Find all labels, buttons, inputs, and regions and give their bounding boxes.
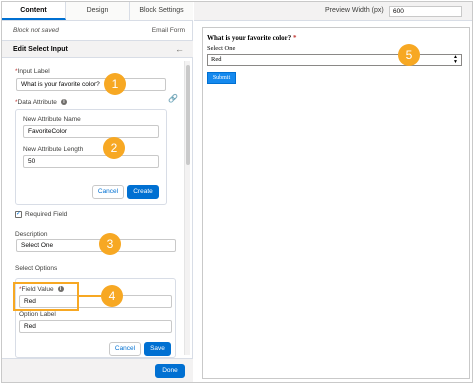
panel-scrollbar[interactable]	[184, 61, 190, 355]
preview-panel: Preview Width (px) 600 What is your favo…	[194, 2, 472, 382]
tab-design[interactable]: Design	[66, 2, 130, 20]
preview-select-value: Red	[211, 56, 222, 63]
done-button[interactable]: Done	[155, 364, 185, 378]
info-icon[interactable]: i	[60, 99, 67, 106]
link-icon[interactable]: 🔗	[168, 94, 178, 103]
attribute-cancel-button[interactable]: Cancel	[92, 185, 124, 199]
tab-block-settings[interactable]: Block Settings	[130, 2, 193, 20]
option-label-label: Option Label	[19, 311, 56, 318]
app-frame: Content Design Block Settings Block not …	[1, 1, 473, 383]
option-cancel-button[interactable]: Cancel	[109, 342, 141, 356]
option-save-button[interactable]: Save	[144, 342, 171, 356]
scrollbar-thumb[interactable]	[186, 65, 190, 165]
field-value-highlight	[13, 282, 79, 311]
preview-width-label: Preview Width (px)	[325, 7, 384, 14]
callout-5: 5	[398, 44, 420, 66]
status-row: Block not saved Email Form	[2, 22, 193, 40]
description-field[interactable]: Select One	[16, 239, 176, 252]
preview-select[interactable]: Red ▲ ▼	[207, 54, 462, 66]
preview-width-input[interactable]: 600	[389, 6, 462, 17]
panel-header: Edit Select Input ←	[2, 40, 193, 58]
attribute-create-button[interactable]: Create	[127, 185, 159, 199]
new-attribute-name-field[interactable]: FavoriteColor	[23, 125, 159, 138]
input-label-field[interactable]: What is your favorite color?	[16, 78, 166, 91]
callout-3: 3	[99, 233, 121, 255]
panel-title: Edit Select Input	[13, 46, 68, 53]
new-attribute-name-label: New Attribute Name	[23, 116, 81, 123]
data-attribute-label: *Data Attribute i	[15, 99, 67, 106]
panel-footer: Done	[2, 358, 193, 382]
preview-question: What is your favorite color? *	[207, 34, 297, 42]
save-status: Block not saved	[13, 27, 59, 34]
new-attribute-length-field[interactable]: 50	[23, 155, 159, 168]
callout-4-connector	[79, 295, 101, 297]
tab-content[interactable]: Content	[2, 2, 66, 20]
preview-select-label: Select One	[207, 45, 236, 52]
callout-2: 2	[103, 137, 125, 159]
option-label-field[interactable]: Red	[19, 320, 172, 333]
input-label-label: *Input Label	[15, 68, 50, 75]
required-field-label: Required Field	[25, 211, 68, 218]
form-name: Email Form	[151, 27, 185, 34]
editor-panel: Content Design Block Settings Block not …	[2, 2, 193, 382]
preview-toolbar: Preview Width (px) 600	[194, 2, 472, 21]
editor-tabs: Content Design Block Settings	[2, 2, 193, 21]
preview-canvas: What is your favorite color? * Select On…	[202, 27, 470, 379]
required-field-checkbox[interactable]: ✓	[15, 211, 22, 218]
select-arrows-icon: ▲ ▼	[453, 55, 458, 65]
description-label: Description	[15, 231, 48, 238]
callout-4: 4	[101, 285, 123, 307]
select-options-label: Select Options	[15, 265, 58, 272]
preview-submit-button[interactable]: Submit	[207, 72, 236, 84]
callout-1: 1	[104, 73, 126, 95]
new-attribute-length-label: New Attribute Length	[23, 146, 84, 153]
arrow-left-icon[interactable]: ←	[175, 44, 184, 54]
